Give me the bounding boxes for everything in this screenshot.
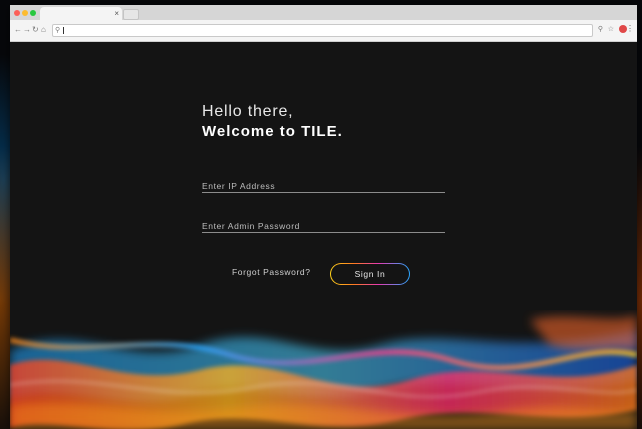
tab-bar: × bbox=[10, 5, 637, 20]
minimize-window-button[interactable] bbox=[22, 10, 28, 16]
ip-address-input[interactable] bbox=[202, 178, 445, 194]
close-window-button[interactable] bbox=[14, 10, 20, 16]
page-viewport: Hello there, Welcome to TILE. Forgot Pas… bbox=[10, 42, 637, 429]
greeting-text: Hello there, bbox=[202, 103, 294, 120]
desktop-background: × ← → ↻ ⌂ ⚲ ⚲ ☆ ⋮ Hello there, Welcome t… bbox=[0, 0, 642, 429]
welcome-title: Welcome to TILE. bbox=[202, 123, 343, 140]
admin-password-field bbox=[202, 216, 445, 234]
new-tab-button[interactable] bbox=[123, 9, 139, 20]
browser-toolbar: ← → ↻ ⌂ ⚲ ⚲ ☆ ⋮ bbox=[10, 20, 637, 42]
zoom-icon[interactable]: ⚲ bbox=[598, 24, 603, 35]
address-bar[interactable]: ⚲ bbox=[52, 24, 593, 37]
home-icon[interactable]: ⌂ bbox=[41, 25, 46, 35]
sign-in-label: Sign In bbox=[331, 264, 409, 284]
text-cursor bbox=[63, 27, 64, 34]
maximize-window-button[interactable] bbox=[30, 10, 36, 16]
reload-icon[interactable]: ↻ bbox=[32, 25, 39, 35]
search-icon: ⚲ bbox=[55, 27, 61, 34]
forward-arrow-icon[interactable]: → bbox=[23, 25, 31, 35]
ip-address-field bbox=[202, 176, 445, 194]
menu-dots-icon[interactable]: ⋮ bbox=[626, 23, 634, 35]
greeting-block: Hello there, Welcome to TILE. bbox=[202, 102, 343, 141]
star-icon[interactable]: ☆ bbox=[608, 24, 614, 35]
forgot-password-link[interactable]: Forgot Password? bbox=[232, 267, 311, 277]
smoke-flames-graphic bbox=[10, 315, 637, 429]
browser-tab[interactable]: × bbox=[40, 7, 122, 20]
admin-password-input[interactable] bbox=[202, 218, 445, 234]
browser-window: × ← → ↻ ⌂ ⚲ ⚲ ☆ ⋮ Hello there, Welcome t… bbox=[10, 5, 637, 429]
back-arrow-icon[interactable]: ← bbox=[14, 25, 22, 35]
sign-in-button[interactable]: Sign In bbox=[330, 263, 410, 285]
tab-close-icon[interactable]: × bbox=[114, 8, 119, 19]
